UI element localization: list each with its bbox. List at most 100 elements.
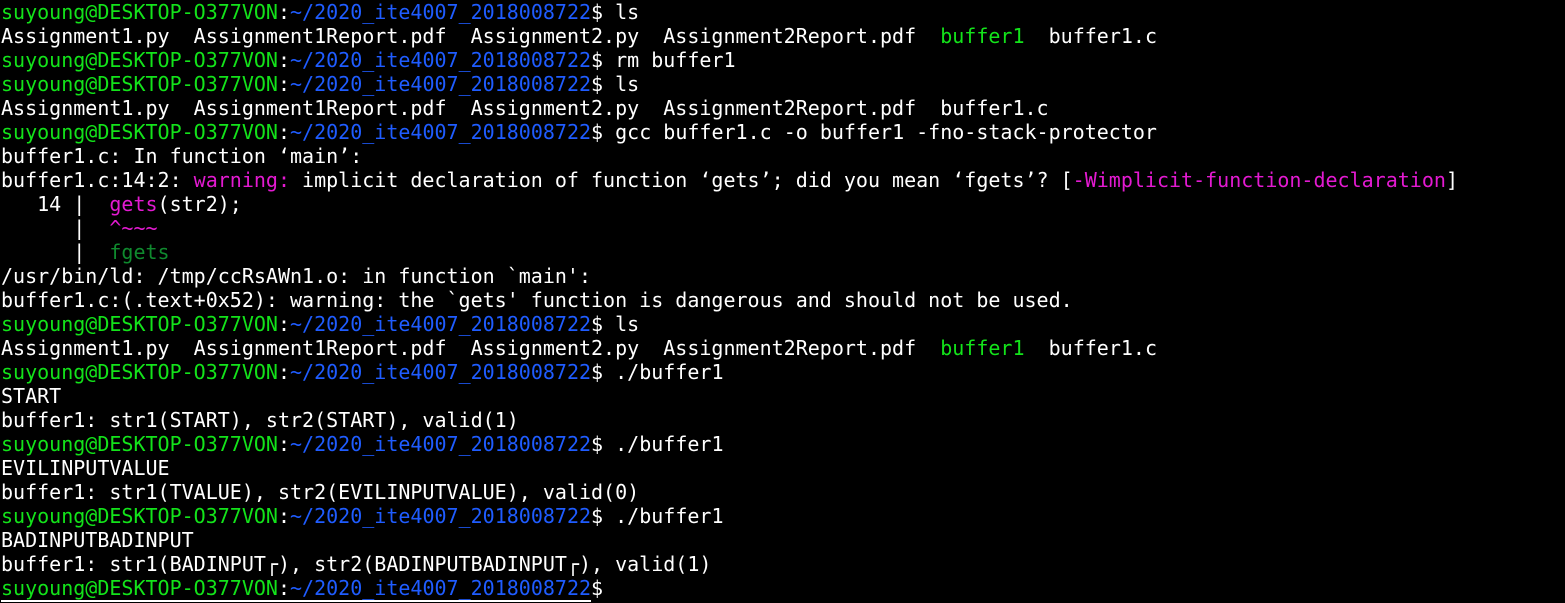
prompt-path: ~/2020_ite4007_2018008722 <box>290 360 592 384</box>
prompt-line: suyoung@DESKTOP-O377VON:~/2020_ite4007_2… <box>1 120 1565 144</box>
output-line: 14 | gets(str2); <box>1 192 1565 216</box>
output-line: Assignment1.py Assignment1Report.pdf Ass… <box>1 96 1565 120</box>
command-text: ./buffer1 <box>603 504 724 528</box>
prompt-colon: : <box>277 312 290 336</box>
output-line: | ^~~~ <box>1 216 1565 240</box>
prompt-line: suyoung@DESKTOP-O377VON:~/2020_ite4007_2… <box>1 360 1565 384</box>
prompt-line: suyoung@DESKTOP-O377VON:~/2020_ite4007_2… <box>1 0 1565 24</box>
command-text: ls <box>603 0 640 24</box>
prompt-dollar: $ <box>591 72 604 96</box>
prompt-path: ~/2020_ite4007_2018008722 <box>290 432 592 456</box>
output-line: Assignment1.py Assignment1Report.pdf Ass… <box>1 336 1565 360</box>
prompt-line: suyoung@DESKTOP-O377VON:~/2020_ite4007_2… <box>1 48 1565 72</box>
prompt-line: suyoung@DESKTOP-O377VON:~/2020_ite4007_2… <box>1 72 1565 96</box>
ls-file-entry <box>1025 336 1049 360</box>
ls-file-entry: buffer1.c <box>940 96 1049 120</box>
output-text: /usr/bin/ld: /tmp/ccRsAWn1.o: in functio… <box>1 264 592 288</box>
ls-executable-entry: buffer1 <box>940 336 1025 360</box>
prompt-user-host: suyoung@DESKTOP-O377VON <box>1 48 278 72</box>
prompt-colon: : <box>277 360 290 384</box>
prompt-user-host: suyoung@DESKTOP-O377VON <box>1 0 278 24</box>
command-text: rm buffer1 <box>603 48 736 72</box>
command-text: ./buffer1 <box>603 432 724 456</box>
prompt-user-host: suyoung@DESKTOP-O377VON <box>1 576 278 600</box>
output-text: buffer1: str1(START), str2(START), valid… <box>1 408 519 432</box>
prompt-path: ~/2020_ite4007_2018008722 <box>290 48 592 72</box>
output-text: buffer1: str1(TVALUE), str2(EVILINPUTVAL… <box>1 480 640 504</box>
ls-file-entry: Assignment1.py <box>1 336 194 360</box>
prompt-colon: : <box>277 576 290 600</box>
prompt-dollar: $ <box>591 48 604 72</box>
prompt-path: ~/2020_ite4007_2018008722 <box>290 0 592 24</box>
prompt-dollar: $ <box>591 360 604 384</box>
ls-file-entry <box>1025 24 1049 48</box>
output-text: EVILINPUTVALUE <box>1 456 170 480</box>
output-text: BADINPUTBADINPUT <box>1 528 194 552</box>
prompt-path: ~/2020_ite4007_2018008722 <box>290 576 592 600</box>
warning-text: -Wimplicit-function-declaration <box>1072 168 1446 192</box>
ls-file-entry: Assignment2Report.pdf <box>663 336 941 360</box>
fix-hint-text: fgets <box>109 240 170 264</box>
output-text: buffer1.c:(.text+0x52): warning: the `ge… <box>1 288 1073 312</box>
ls-file-entry: Assignment1.py <box>1 24 194 48</box>
prompt-colon: : <box>277 432 290 456</box>
ls-file-entry: Assignment2Report.pdf <box>663 96 941 120</box>
prompt-colon: : <box>277 120 290 144</box>
output-text: (str2); <box>157 192 242 216</box>
warning-text: gets <box>109 192 158 216</box>
prompt-line: suyoung@DESKTOP-O377VON:~/2020_ite4007_2… <box>1 312 1565 336</box>
prompt-user-host: suyoung@DESKTOP-O377VON <box>1 504 278 528</box>
prompt-dollar: $ <box>591 576 604 600</box>
prompt-user-host: suyoung@DESKTOP-O377VON <box>1 432 278 456</box>
prompt-dollar: $ <box>591 504 604 528</box>
warning-text: ^~~~ <box>109 216 158 240</box>
prompt-dollar: $ <box>591 0 604 24</box>
output-line: buffer1.c:(.text+0x52): warning: the `ge… <box>1 288 1565 312</box>
terminal-window[interactable]: suyoung@DESKTOP-O377VON:~/2020_ite4007_2… <box>0 0 1565 603</box>
warning-text: warning: <box>193 168 290 192</box>
output-line: BADINPUTBADINPUT <box>1 528 1565 552</box>
current-prompt[interactable]: suyoung@DESKTOP-O377VON:~/2020_ite4007_2… <box>1 576 592 602</box>
ls-file-entry: Assignment2.py <box>470 336 664 360</box>
prompt-colon: : <box>277 48 290 72</box>
ls-file-entry: Assignment1.py <box>1 96 194 120</box>
output-line: buffer1: str1(BADINPUT┌), str2(BADINPUTB… <box>1 552 1565 576</box>
prompt-user-host: suyoung@DESKTOP-O377VON <box>1 72 278 96</box>
prompt-line: suyoung@DESKTOP-O377VON:~/2020_ite4007_2… <box>1 504 1565 528</box>
prompt-line: suyoung@DESKTOP-O377VON:~/2020_ite4007_2… <box>1 576 1565 602</box>
output-line: buffer1.c: In function ‘main’: <box>1 144 1565 168</box>
ls-file-entry: Assignment2Report.pdf <box>663 24 941 48</box>
output-line: /usr/bin/ld: /tmp/ccRsAWn1.o: in functio… <box>1 264 1565 288</box>
prompt-user-host: suyoung@DESKTOP-O377VON <box>1 312 278 336</box>
output-line: | fgets <box>1 240 1565 264</box>
output-text: implicit declaration of function ‘gets’;… <box>289 168 1073 192</box>
ls-file-entry: Assignment1Report.pdf <box>193 96 471 120</box>
output-text: START <box>1 384 62 408</box>
output-line: buffer1.c:14:2: warning: implicit declar… <box>1 168 1565 192</box>
command-text: ./buffer1 <box>603 360 724 384</box>
prompt-dollar: $ <box>591 432 604 456</box>
output-text: buffer1: str1(BADINPUT┌), str2(BADINPUTB… <box>1 552 712 576</box>
prompt-user-host: suyoung@DESKTOP-O377VON <box>1 360 278 384</box>
ls-file-entry: Assignment2.py <box>470 96 664 120</box>
ls-executable-entry: buffer1 <box>940 24 1025 48</box>
ls-file-entry: Assignment2.py <box>470 24 664 48</box>
output-line: EVILINPUTVALUE <box>1 456 1565 480</box>
prompt-path: ~/2020_ite4007_2018008722 <box>290 312 592 336</box>
output-line: buffer1: str1(TVALUE), str2(EVILINPUTVAL… <box>1 480 1565 504</box>
output-line: Assignment1.py Assignment1Report.pdf Ass… <box>1 24 1565 48</box>
output-line: START <box>1 384 1565 408</box>
output-line: buffer1: str1(START), str2(START), valid… <box>1 408 1565 432</box>
prompt-line: suyoung@DESKTOP-O377VON:~/2020_ite4007_2… <box>1 432 1565 456</box>
prompt-dollar: $ <box>591 120 604 144</box>
prompt-user-host: suyoung@DESKTOP-O377VON <box>1 120 278 144</box>
ls-file-entry: Assignment1Report.pdf <box>193 24 471 48</box>
ls-file-entry: Assignment1Report.pdf <box>193 336 471 360</box>
output-text: 14 | <box>1 192 110 216</box>
output-text: ] <box>1445 168 1458 192</box>
prompt-colon: : <box>277 504 290 528</box>
output-text: | <box>1 240 110 264</box>
prompt-path: ~/2020_ite4007_2018008722 <box>290 504 592 528</box>
ls-file-entry: buffer1.c <box>1048 336 1157 360</box>
prompt-path: ~/2020_ite4007_2018008722 <box>290 120 592 144</box>
